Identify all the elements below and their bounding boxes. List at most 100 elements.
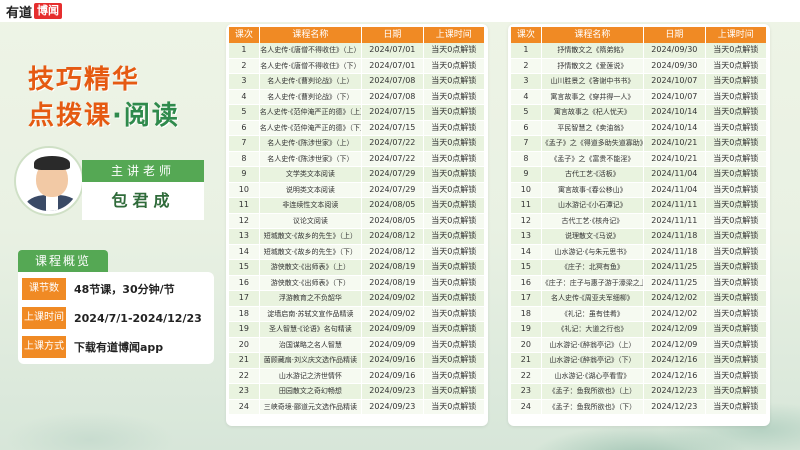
cell-unlock: 当天0点解锁 (423, 291, 485, 307)
cell-unlock: 当天0点解锁 (705, 136, 767, 152)
table-row: 9 古代工艺·《活板》 2024/11/04 当天0点解锁 (511, 167, 767, 183)
cell-lesson-no: 9 (511, 167, 542, 183)
cell-unlock: 当天0点解锁 (423, 399, 485, 415)
cell-lesson-no: 4 (229, 89, 260, 105)
cell-unlock: 当天0点解锁 (423, 229, 485, 245)
cell-date: 2024/10/14 (644, 120, 706, 136)
cell-unlock: 当天0点解锁 (705, 229, 767, 245)
cell-date: 2024/09/30 (644, 43, 706, 59)
cell-lesson-no: 14 (229, 244, 260, 260)
top-bar: 有道 博闻 (0, 0, 800, 22)
table-row: 5 寓言故事之《杞人忧天》 2024/10/14 当天0点解锁 (511, 105, 767, 121)
cell-lesson-no: 13 (229, 229, 260, 245)
cell-date: 2024/11/11 (644, 213, 706, 229)
cell-date: 2024/11/11 (644, 198, 706, 214)
cell-unlock: 当天0点解锁 (423, 384, 485, 400)
table-row: 5 名人史传·《范仲淹严正的德》（上） 2024/07/15 当天0点解锁 (229, 105, 485, 121)
table-row: 20 山水游记·《醉翁亭记》（上） 2024/12/09 当天0点解锁 (511, 337, 767, 353)
cell-date: 2024/08/19 (362, 260, 424, 276)
cell-course-name: 山水游记·《与朱元思书》 (541, 244, 645, 260)
cell-date: 2024/09/16 (362, 353, 424, 369)
cell-lesson-no: 14 (511, 244, 542, 260)
cell-unlock: 当天0点解锁 (423, 198, 485, 214)
cell-unlock: 当天0点解锁 (423, 244, 485, 260)
cell-course-name: 名人史传·《周亚夫军细柳》 (541, 291, 645, 307)
cell-date: 2024/11/04 (644, 167, 706, 183)
table-row: 3 山川胜景之《答谢中书书》 2024/10/07 当天0点解锁 (511, 74, 767, 90)
cell-course-name: 山水游记·《醉翁亭记》（上） (541, 337, 645, 353)
cell-date: 2024/10/07 (644, 89, 706, 105)
table-row: 16 游侠散文·《出师表》（下） 2024/08/19 当天0点解锁 (229, 275, 485, 291)
youdao-logo: 有道 博闻 (6, 3, 63, 21)
cell-course-name: 《孟子》之《富贵不能淫》 (541, 151, 645, 167)
cell-lesson-no: 6 (229, 120, 260, 136)
cell-date: 2024/09/09 (362, 322, 424, 338)
cell-course-name: 名人史传·《陈涉世家》（下） (259, 151, 363, 167)
overview-tag-time: 上课时间 (22, 307, 66, 329)
cell-course-name: 名人史传·《唐僧不得收住》（下） (259, 58, 363, 74)
table-row: 7 名人史传·《陈涉世家》（上） 2024/07/22 当天0点解锁 (229, 136, 485, 152)
cell-course-name: 短城散文·《故乡的先生》（下） (259, 244, 363, 260)
cell-unlock: 当天0点解锁 (423, 213, 485, 229)
cell-unlock: 当天0点解锁 (705, 167, 767, 183)
cell-course-name: 圣人智慧·《论语》名句精读 (259, 322, 363, 338)
cell-course-name: 山水游记·《小石潭记》 (541, 198, 645, 214)
cell-unlock: 当天0点解锁 (705, 260, 767, 276)
table-row: 10 寓言故事·《春公移山》 2024/11/04 当天0点解锁 (511, 182, 767, 198)
cell-date: 2024/11/18 (644, 229, 706, 245)
cell-date: 2024/09/02 (362, 291, 424, 307)
cell-lesson-no: 9 (229, 167, 260, 183)
cell-unlock: 当天0点解锁 (705, 89, 767, 105)
cell-lesson-no: 5 (229, 105, 260, 121)
cell-date: 2024/08/05 (362, 213, 424, 229)
cell-course-name: 《孟子：鱼我所欲也》（上） (541, 384, 645, 400)
overview-tag-lessons: 课节数 (22, 278, 66, 300)
cell-date: 2024/08/19 (362, 275, 424, 291)
cell-lesson-no: 13 (511, 229, 542, 245)
cell-lesson-no: 12 (229, 213, 260, 229)
cell-lesson-no: 4 (511, 89, 542, 105)
cell-course-name: 名人史传·《唐僧不得收住》（上） (259, 43, 363, 59)
overview-row-lessons: 课节数 48节课，30分钟/节 (18, 276, 214, 302)
cell-lesson-no: 22 (511, 368, 542, 384)
cell-course-name: 名人史传·《曹刿论战》（下） (259, 89, 363, 105)
cell-unlock: 当天0点解锁 (423, 136, 485, 152)
cell-course-name: 《孟子：鱼我所欲也》（下） (541, 399, 645, 415)
cell-unlock: 当天0点解锁 (705, 275, 767, 291)
cell-lesson-no: 1 (229, 43, 260, 59)
cell-lesson-no: 10 (229, 182, 260, 198)
schedule-body-left: 1 名人史传·《唐僧不得收住》（上） 2024/07/01 当天0点解锁 2 名人史传·《… (229, 43, 485, 415)
cell-lesson-no: 20 (229, 337, 260, 353)
hero-title-line2-text: 点拨课 (28, 101, 113, 131)
cell-date: 2024/11/18 (644, 244, 706, 260)
cell-date: 2024/12/09 (644, 322, 706, 338)
cell-unlock: 当天0点解锁 (423, 167, 485, 183)
cell-course-name: 山水游记之济世情怀 (259, 368, 363, 384)
cell-lesson-no: 11 (229, 198, 260, 214)
cell-unlock: 当天0点解锁 (423, 89, 485, 105)
cell-unlock: 当天0点解锁 (423, 275, 485, 291)
cell-unlock: 当天0点解锁 (705, 213, 767, 229)
teacher-avatar (16, 148, 82, 214)
table-row: 12 议论文阅读 2024/08/05 当天0点解锁 (229, 213, 485, 229)
schedule-table-right: 课次 课程名称 日期 上课时间 1 抒情散文之《隋弟銘》 2024/09/30 当天0… (511, 27, 767, 415)
cell-lesson-no: 19 (511, 322, 542, 338)
cell-lesson-no: 15 (229, 260, 260, 276)
cell-lesson-no: 2 (511, 58, 542, 74)
overview-label: 课程概览 (18, 250, 108, 272)
overview-box: 课节数 48节课，30分钟/节 上课时间 2024/7/1-2024/12/23… (18, 272, 214, 364)
cell-lesson-no: 21 (511, 353, 542, 369)
header-class-time: 上课时间 (423, 27, 485, 43)
cell-date: 2024/12/09 (644, 337, 706, 353)
cell-course-name: 《孟子》之《得道多助失道寡助》 (541, 136, 645, 152)
overview-value-time: 2024/7/1-2024/12/23 (74, 311, 202, 325)
table-header-row: 课次 课程名称 日期 上课时间 (511, 27, 767, 43)
cell-unlock: 当天0点解锁 (705, 43, 767, 59)
cell-unlock: 当天0点解锁 (423, 74, 485, 90)
cell-course-name: 山水游记·《醉翁亭记》（下） (541, 353, 645, 369)
table-row: 12 古代工艺·《核舟记》 2024/11/11 当天0点解锁 (511, 213, 767, 229)
cell-lesson-no: 24 (511, 399, 542, 415)
cell-course-name: 游侠散文·《出师表》（下） (259, 275, 363, 291)
header-lesson-no: 课次 (511, 27, 542, 43)
cell-course-name: 平民智慧之《卖油翁》 (541, 120, 645, 136)
